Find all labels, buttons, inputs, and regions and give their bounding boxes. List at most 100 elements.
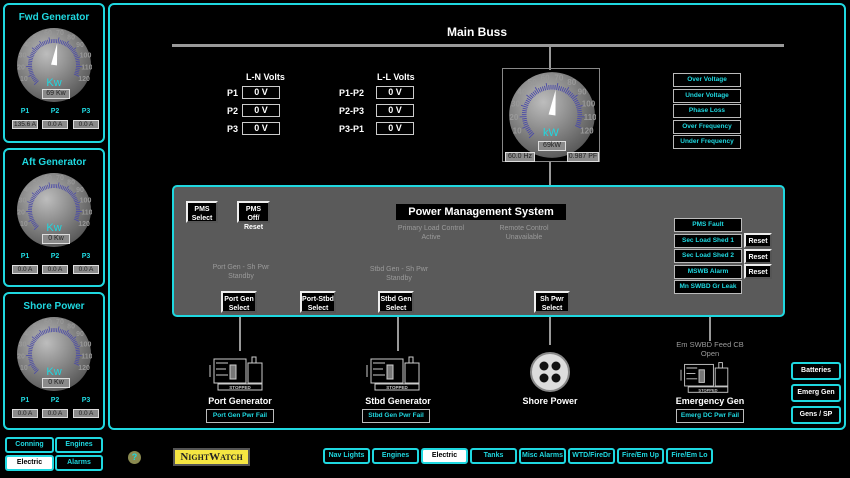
ll-value: 0 V xyxy=(376,86,414,99)
gauge-tick-label: 100 xyxy=(80,198,92,205)
under-frequency-alarm: Under Frequency xyxy=(673,135,741,149)
gauge-tick-label: 110 xyxy=(81,64,92,71)
gauge-tick-label: 80 xyxy=(567,78,577,87)
tab-fire-em-lo[interactable]: Fire/Em Lo xyxy=(666,448,713,464)
gauge-tick xyxy=(75,67,80,69)
ll-label: P3-P1 xyxy=(339,124,365,134)
reset-mswb-button[interactable]: Reset xyxy=(744,264,772,279)
phase-label: P2 xyxy=(50,253,60,260)
pms-off-reset-button[interactable]: PMS Off/ Reset xyxy=(237,201,270,231)
buss-feed-line xyxy=(549,162,551,186)
panel-title: Aft Generator xyxy=(21,157,87,168)
gauge-tick-label: 30 xyxy=(19,342,27,349)
em-swbd-feed-status: Em SWBD Feed CB Open xyxy=(676,340,744,358)
feed-line xyxy=(239,317,241,351)
emergency-generator-icon: STOPPED xyxy=(680,362,729,393)
gauge-tick-label: 80 xyxy=(67,179,75,186)
mn-swbd-gr-leak-alarm: Mn SWBD Gr Leak xyxy=(674,280,742,294)
gauge-tick-label: 20 xyxy=(509,113,519,122)
amp-readout: 0.0 A xyxy=(12,265,38,274)
reset-load-shed-2-button[interactable]: Reset xyxy=(744,249,772,264)
stbd-generator-label: Stbd Generator xyxy=(365,396,431,406)
gauge-tick-label: 20 xyxy=(17,209,25,216)
gauge-tick-label: 110 xyxy=(81,209,92,216)
shore-power-panel: Shore Power 10 20 30 40 50 60 70 80 90 100 110 120 … xyxy=(3,292,105,430)
pms-select-button[interactable]: PMS Select xyxy=(186,201,218,223)
panel-title: Fwd Generator xyxy=(18,12,90,23)
gauge-tick-label: 100 xyxy=(582,100,596,109)
buss-bar xyxy=(172,44,784,47)
ln-label: P3 xyxy=(227,124,239,134)
unit-label: kW xyxy=(543,127,559,139)
power-factor-readout: 0.987 PF xyxy=(567,152,599,162)
phase-loss-alarm: Phase Loss xyxy=(673,104,741,118)
gauge-tick-label: 60 xyxy=(44,30,52,37)
gauge-tick-label: 20 xyxy=(17,353,25,360)
tab-misc-alarms[interactable]: Misc Alarms xyxy=(519,448,566,464)
shore-power-label: Shore Power xyxy=(522,396,578,406)
main-buss-title: Main Buss xyxy=(446,25,507,39)
main-buss-panel: Main Buss L-N Volts P1 P2 P3 0 V 0 V 0 V… xyxy=(108,3,846,430)
gauge-tick-label: 30 xyxy=(511,100,521,109)
buss-feed-line xyxy=(549,46,551,70)
gauge-tick-label: 80 xyxy=(67,34,75,41)
gauge-tick xyxy=(28,67,33,69)
under-voltage-alarm: Under Voltage xyxy=(673,89,741,103)
ll-label: P2-P3 xyxy=(339,106,365,116)
phase-label: P3 xyxy=(81,253,91,260)
tab-nav-lights[interactable]: Nav Lights xyxy=(323,448,370,464)
amp-readout: 0.0 A xyxy=(73,120,99,129)
reset-load-shed-1-button[interactable]: Reset xyxy=(744,233,772,248)
tab-tanks[interactable]: Tanks xyxy=(470,448,517,464)
amp-readout: 0.0 A xyxy=(42,409,68,418)
nav-conning[interactable]: Conning xyxy=(5,437,54,453)
gauge-tick-label: 50 xyxy=(33,323,41,330)
panel-title: Shore Power xyxy=(23,301,85,312)
nav-electric[interactable]: Electric xyxy=(5,455,54,471)
nav-alarms[interactable]: Alarms xyxy=(55,455,103,471)
gauge-tick-label: 100 xyxy=(80,342,92,349)
feed-line xyxy=(709,317,711,341)
pms-fault-alarm: PMS Fault xyxy=(674,218,742,232)
phase-label: P3 xyxy=(81,108,91,115)
gauge-tick-label: 90 xyxy=(76,187,84,194)
gauge-tick xyxy=(28,356,33,358)
gauge-tick-label: 50 xyxy=(33,34,41,41)
amp-readout: 0.0 A xyxy=(42,265,68,274)
kw-readout: 0 Kw xyxy=(42,234,70,244)
tab-wtd-firedr[interactable]: WTD/FireDr xyxy=(568,448,615,464)
sec-load-shed-1-alarm: Sec Load Shed 1 xyxy=(674,234,742,248)
gauge-tick-label: 40 xyxy=(24,187,32,194)
gauge-tick-label: 70 xyxy=(56,319,64,326)
gauge-tick-label: 110 xyxy=(584,113,596,122)
stbd-gen-pwr-fail-alarm: Stbd Gen Pwr Fail xyxy=(362,409,430,423)
gauge-tick xyxy=(522,117,527,120)
gauge-tick xyxy=(548,85,550,90)
port-gen-select-button[interactable]: Port Gen Select xyxy=(221,291,257,313)
gauge-tick xyxy=(28,212,33,214)
help-icon[interactable]: ? xyxy=(128,451,141,464)
remote-control-status: Remote Control Unavailable xyxy=(499,225,549,241)
gens-sp-button[interactable]: Gens / SP xyxy=(791,406,841,424)
batteries-button[interactable]: Batteries xyxy=(791,362,841,380)
amp-readout: 135.6 A xyxy=(12,120,38,129)
pms-panel: PMS Select PMS Off/ Reset Power Manageme… xyxy=(172,185,785,317)
gauge-tick-label: 30 xyxy=(19,198,27,205)
tab-engines[interactable]: Engines xyxy=(372,448,419,464)
gauge-tick-label: 60 xyxy=(44,319,52,326)
amp-readout: 0.0 A xyxy=(12,409,38,418)
nav-engines[interactable]: Engines xyxy=(55,437,103,453)
tab-fire-em-up[interactable]: Fire/Em Up xyxy=(617,448,664,464)
tab-electric[interactable]: Electric xyxy=(421,448,468,464)
fwd-generator-panel: Fwd Generator 10 20 30 40 50 60 70 80 90 100 110 12… xyxy=(3,3,105,143)
ln-value: 0 V xyxy=(242,122,280,135)
port-stbd-select-button[interactable]: Port-Stbd Select xyxy=(300,291,336,313)
svg-text:STOPPED: STOPPED xyxy=(229,385,251,390)
sh-pwr-select-button[interactable]: Sh Pwr Select xyxy=(534,291,570,313)
emerg-gen-button[interactable]: Emerg Gen xyxy=(791,384,841,402)
sec-load-shed-2-alarm: Sec Load Shed 2 xyxy=(674,249,742,263)
stbd-gen-select-button[interactable]: Stbd Gen Select xyxy=(378,291,414,313)
phase-label: P2 xyxy=(50,397,60,404)
aft-generator-panel: Aft Generator 10 20 30 40 50 60 70 80 90 100 110 12… xyxy=(3,148,105,287)
gauge-tick-label: 20 xyxy=(17,64,25,71)
